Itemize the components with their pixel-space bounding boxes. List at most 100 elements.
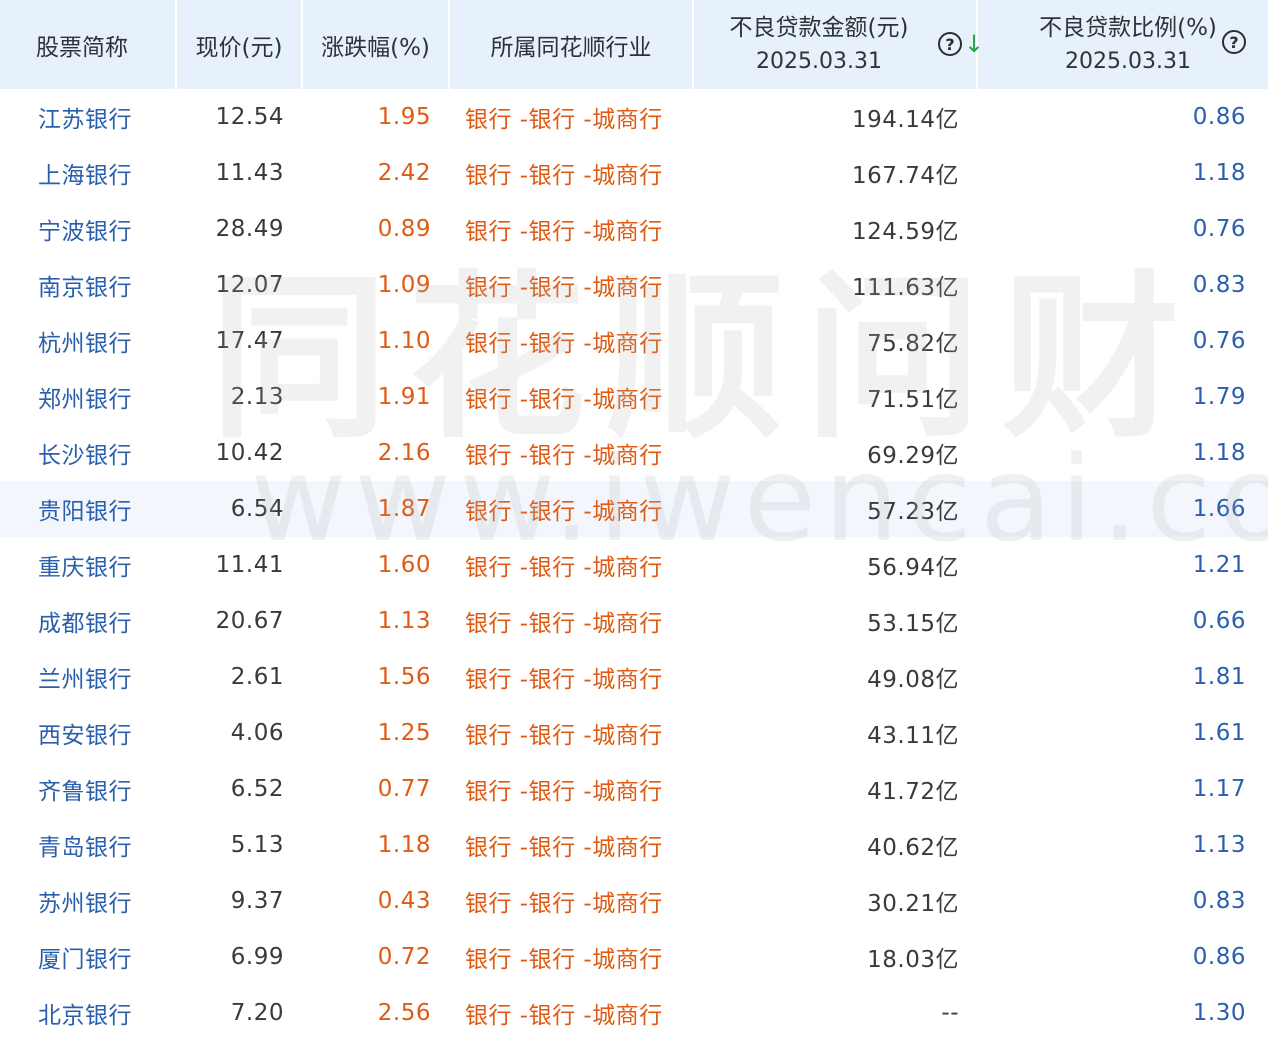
npl-amount-cell: 18.03亿 [867,947,959,973]
header-price[interactable]: 现价(元) [176,0,303,89]
price-cell: 17.47 [215,328,284,354]
table-row[interactable]: 南京银行 12.07 1.09 银行 -银行 -城商行 111.63亿 0.83 [0,257,1268,313]
stock-name-link[interactable]: 重庆银行 [0,537,176,593]
header-npl-amount-date: 2025.03.31 [756,48,882,74]
industry-link[interactable]: 银行 -银行 -城商行 [449,593,693,649]
npl-ratio-cell: 1.81 [1192,664,1246,690]
npl-ratio-cell: 1.61 [1192,720,1246,746]
npl-ratio-cell: 0.83 [1192,272,1246,298]
npl-ratio-cell: 1.66 [977,481,1268,537]
header-npl-ratio[interactable]: 不良贷款比例(%) 2025.03.31 ? [977,0,1268,89]
stock-name-link[interactable]: 北京银行 [0,985,176,1041]
table-row[interactable]: 青岛银行 5.13 1.18 银行 -银行 -城商行 40.62亿 1.13 [0,817,1268,873]
industry-link[interactable]: 银行 -银行 -城商行 [449,313,693,369]
npl-ratio-cell: 0.86 [1192,944,1246,970]
industry-link[interactable]: 银行 -银行 -城商行 [449,425,693,481]
table-row[interactable]: 杭州银行 17.47 1.10 银行 -银行 -城商行 75.82亿 0.76 [0,313,1268,369]
industry-link[interactable]: 银行 -银行 -城商行 [449,929,693,985]
industry-link[interactable]: 银行 -银行 -城商行 [449,369,693,425]
table-row[interactable]: 苏州银行 9.37 0.43 银行 -银行 -城商行 30.21亿 0.83 [0,873,1268,929]
header-change-label: 涨跌幅(%) [321,34,430,61]
change-cell: 0.72 [377,944,431,970]
change-cell: 1.13 [377,608,431,634]
price-cell: 4.06 [230,720,284,746]
price-cell: 11.41 [215,552,284,578]
stock-table: 股票简称 现价(元) 涨跌幅(%) 所属同花顺行业 不良贷款金额(元) 2025… [0,0,1268,1041]
header-industry-label: 所属同花顺行业 [490,34,652,61]
table-row[interactable]: 郑州银行 2.13 1.91 银行 -银行 -城商行 71.51亿 1.79 [0,369,1268,425]
industry-link[interactable]: 银行 -银行 -城商行 [449,89,693,145]
table-row[interactable]: 北京银行 7.20 2.56 银行 -银行 -城商行 -- 1.30 [0,985,1268,1041]
stock-name-link[interactable]: 青岛银行 [0,817,176,873]
table-row[interactable]: 宁波银行 28.49 0.89 银行 -银行 -城商行 124.59亿 0.76 [0,201,1268,257]
table-row[interactable]: 上海银行 11.43 2.42 银行 -银行 -城商行 167.74亿 1.18 [0,145,1268,201]
industry-link[interactable]: 银行 -银行 -城商行 [449,649,693,705]
stock-name-link[interactable]: 江苏银行 [0,89,176,145]
industry-link[interactable]: 银行 -银行 -城商行 [449,145,693,201]
change-cell: 0.89 [377,216,431,242]
npl-ratio-cell: 1.18 [1192,160,1246,186]
price-cell: 28.49 [215,216,284,242]
help-icon[interactable]: ? [938,32,962,56]
price-cell: 12.54 [215,104,284,130]
stock-name-link[interactable]: 厦门银行 [0,929,176,985]
stock-name-link[interactable]: 西安银行 [0,705,176,761]
price-cell: 6.52 [230,776,284,802]
header-industry[interactable]: 所属同花顺行业 [449,0,694,89]
stock-name-link[interactable]: 贵阳银行 [0,481,176,537]
table-row[interactable]: 西安银行 4.06 1.25 银行 -银行 -城商行 43.11亿 1.61 [0,705,1268,761]
npl-ratio-cell: 0.83 [1192,888,1246,914]
stock-name-link[interactable]: 成都银行 [0,593,176,649]
change-cell: 1.56 [377,664,431,690]
price-cell: 7.20 [230,1000,284,1026]
table-row[interactable]: 重庆银行 11.41 1.60 银行 -银行 -城商行 56.94亿 1.21 [0,537,1268,593]
industry-link[interactable]: 银行 -银行 -城商行 [449,257,693,313]
header-npl-amount[interactable]: 不良贷款金额(元) 2025.03.31 ? ↓ [693,0,984,89]
table-row[interactable]: 贵阳银行 6.54 1.87 银行 -银行 -城商行 57.23亿 1.66 [0,481,1268,537]
npl-amount-cell: 43.11亿 [867,723,959,749]
industry-link[interactable]: 银行 -银行 -城商行 [449,537,693,593]
npl-ratio-cell: 1.18 [1192,440,1246,466]
stock-name-link[interactable]: 齐鲁银行 [0,761,176,817]
npl-amount-cell: 53.15亿 [867,611,959,637]
industry-link[interactable]: 银行 -银行 -城商行 [449,817,693,873]
stock-name-link[interactable]: 长沙银行 [0,425,176,481]
change-cell: 1.95 [377,104,431,130]
npl-ratio-cell: 1.30 [1192,1000,1246,1026]
npl-ratio-cell: 0.76 [1192,216,1246,242]
stock-name-link[interactable]: 南京银行 [0,257,176,313]
change-cell: 0.77 [377,776,431,802]
change-cell: 1.10 [377,328,431,354]
stock-name-link[interactable]: 宁波银行 [0,201,176,257]
price-cell: 10.42 [215,440,284,466]
industry-link[interactable]: 银行 -银行 -城商行 [449,761,693,817]
npl-amount-cell: -- [941,1000,959,1026]
stock-name-link[interactable]: 上海银行 [0,145,176,201]
stock-name-link[interactable]: 郑州银行 [0,369,176,425]
stock-name-link[interactable]: 苏州银行 [0,873,176,929]
table-row[interactable]: 成都银行 20.67 1.13 银行 -银行 -城商行 53.15亿 0.66 [0,593,1268,649]
help-icon[interactable]: ? [1222,30,1246,54]
price-cell: 6.54 [176,481,302,537]
table-row[interactable]: 厦门银行 6.99 0.72 银行 -银行 -城商行 18.03亿 0.86 [0,929,1268,985]
npl-amount-cell: 111.63亿 [852,275,959,301]
change-cell: 1.60 [377,552,431,578]
industry-link[interactable]: 银行 -银行 -城商行 [449,201,693,257]
header-change[interactable]: 涨跌幅(%) [302,0,450,89]
header-price-label: 现价(元) [195,34,283,61]
price-cell: 11.43 [215,160,284,186]
industry-link[interactable]: 银行 -银行 -城商行 [449,985,693,1041]
industry-link[interactable]: 银行 -银行 -城商行 [449,705,693,761]
stock-name-link[interactable]: 兰州银行 [0,649,176,705]
stock-name-link[interactable]: 杭州银行 [0,313,176,369]
header-stock-name[interactable]: 股票简称 [0,0,177,89]
table-row[interactable]: 江苏银行 12.54 1.95 银行 -银行 -城商行 194.14亿 0.86 [0,89,1268,145]
table-row[interactable]: 齐鲁银行 6.52 0.77 银行 -银行 -城商行 41.72亿 1.17 [0,761,1268,817]
change-cell: 1.18 [377,832,431,858]
npl-amount-cell: 41.72亿 [867,779,959,805]
table-row[interactable]: 长沙银行 10.42 2.16 银行 -银行 -城商行 69.29亿 1.18 [0,425,1268,481]
industry-link[interactable]: 银行 -银行 -城商行 [449,481,693,537]
industry-link[interactable]: 银行 -银行 -城商行 [449,873,693,929]
npl-ratio-cell: 1.21 [1192,552,1246,578]
table-row[interactable]: 兰州银行 2.61 1.56 银行 -银行 -城商行 49.08亿 1.81 [0,649,1268,705]
